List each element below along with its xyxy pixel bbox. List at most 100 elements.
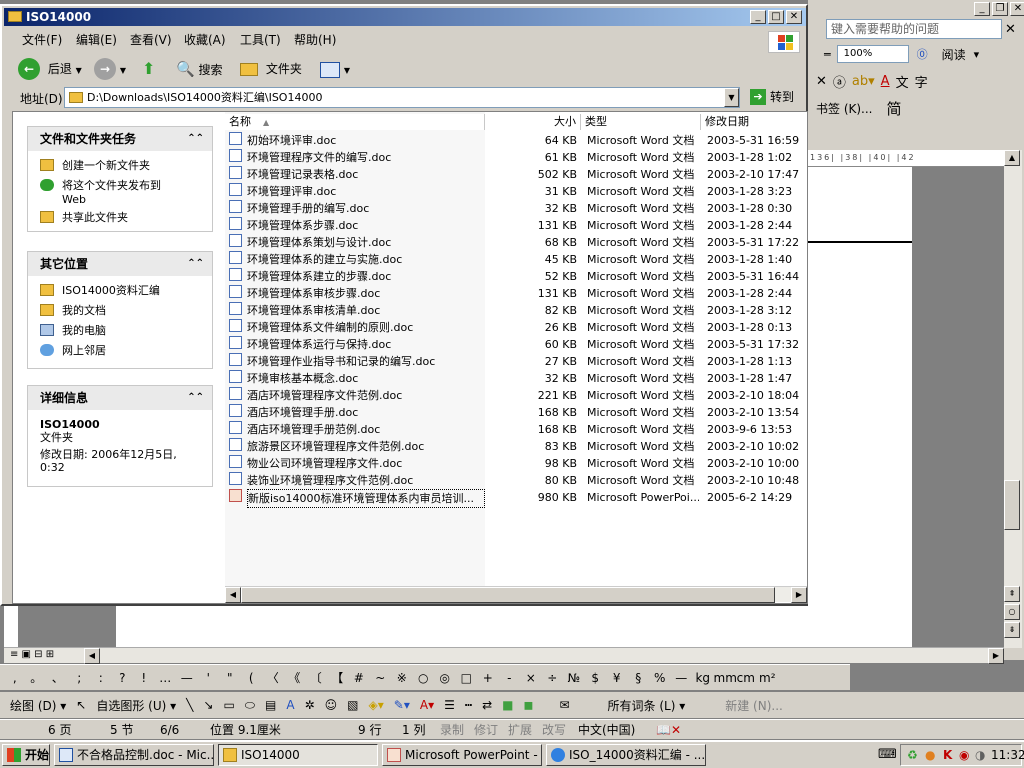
network-icon[interactable]: ♻ [907, 745, 918, 765]
symbol-button[interactable]: × [520, 671, 542, 685]
symbol-button[interactable]: — [671, 671, 693, 685]
window-title[interactable]: ISO14000 _ □ ✕ [4, 8, 806, 26]
folders-button[interactable]: 文件夹 [240, 57, 310, 81]
back-button[interactable]: ← 后退 ▼ [18, 57, 92, 81]
diagram-icon[interactable]: ✲ [305, 698, 315, 712]
symbol-button[interactable]: § [628, 671, 650, 685]
status-record[interactable]: 录制 [440, 721, 464, 739]
file-row[interactable]: 环境管理体系策划与设计.doc 68 KB Microsoft Word 文档 200… [225, 234, 807, 251]
file-row[interactable]: 环境审核基本概念.doc 32 KB Microsoft Word 文档 2003-1… [225, 370, 807, 387]
file-row[interactable]: 旅游景区环境管理程序文件范例.doc 83 KB Microsoft Word 文档… [225, 438, 807, 455]
menu-tools[interactable]: 工具(T) [240, 29, 281, 51]
menu-help[interactable]: 帮助(H) [294, 29, 336, 51]
close-icon[interactable]: ✕ [1010, 2, 1024, 16]
symbol-button[interactable]: ? [112, 671, 134, 685]
collapse-icon[interactable]: ⌃⌃ [187, 386, 204, 410]
maximize-icon[interactable]: □ [768, 10, 784, 24]
symbol-button[interactable]: … [155, 671, 177, 685]
file-row[interactable]: 环境管理体系审核清单.doc 82 KB Microsoft Word 文档 2003… [225, 302, 807, 319]
search-button[interactable]: 🔍 搜索 [176, 57, 234, 81]
next-page-icon[interactable]: ⇟ [1004, 622, 1020, 638]
status-extend[interactable]: 扩展 [508, 721, 532, 739]
symbol-button[interactable]: 《 [284, 669, 306, 686]
symbol-button[interactable]: $ [585, 671, 607, 685]
collapse-icon[interactable]: ⌃⌃ [187, 252, 204, 276]
keyboard-icon[interactable]: ⌨ [878, 747, 897, 762]
symbol-button[interactable]: ~ [370, 671, 392, 685]
close-icon[interactable]: ✕ [1005, 22, 1016, 37]
menu-favorites[interactable]: 收藏(A) [184, 29, 226, 51]
symbol-button[interactable]: cm [735, 671, 757, 685]
file-row[interactable]: 环境管理记录表格.doc 502 KB Microsoft Word 文档 2003-… [225, 166, 807, 183]
place-my-documents[interactable]: 我的文档 [28, 302, 212, 322]
file-row[interactable]: 环境管理作业指导书和记录的编写.doc 27 KB Microsoft Word 文… [225, 353, 807, 370]
task-powerpoint[interactable]: Microsoft PowerPoint - [... [382, 744, 542, 766]
start-button[interactable]: 开始 [2, 744, 50, 766]
symbol-button[interactable]: + [477, 671, 499, 685]
select-browse-icon[interactable]: ○ [1004, 604, 1020, 620]
file-row[interactable]: 环境管理评审.doc 31 KB Microsoft Word 文档 2003-1-2… [225, 183, 807, 200]
enclose-char-icon[interactable]: 字 [915, 72, 928, 91]
other-places-header[interactable]: 其它位置 ⌃⌃ [28, 252, 212, 276]
views-button[interactable]: ▼ [320, 57, 354, 81]
entries-icon[interactable]: ✉ [559, 698, 569, 712]
symbol-button[interactable]: kg [692, 671, 714, 685]
symbol-button[interactable]: , [4, 671, 26, 685]
autoshapes-menu[interactable]: 自选图形 (U) ▾ [96, 697, 176, 714]
vertical-scrollbar[interactable]: ▲ ⇞ ○ ⇟ [1004, 150, 1022, 648]
scroll-left-icon[interactable]: ◀ [84, 648, 100, 664]
symbol-button[interactable]: % [649, 671, 671, 685]
column-size[interactable]: 大小 [485, 114, 581, 130]
column-date[interactable]: 修改日期 [701, 114, 807, 130]
arrow-style-icon[interactable]: ⇄ [482, 698, 492, 712]
status-overtype[interactable]: 改写 [542, 721, 566, 739]
place-my-computer[interactable]: 我的电脑 [28, 322, 212, 342]
menu-file[interactable]: 文件(F) [22, 29, 62, 51]
symbol-button[interactable]: ○ [413, 671, 435, 685]
3d-icon[interactable]: ◼ [524, 698, 534, 712]
column-name[interactable]: 名称 ▲ [225, 114, 485, 130]
restore-icon[interactable]: ❐ [992, 2, 1008, 16]
shadow-icon[interactable]: ■ [502, 698, 513, 712]
symbol-button[interactable]: 〔 [305, 669, 327, 686]
font-color-icon[interactable]: A▾ [420, 698, 434, 712]
horizontal-scrollbar[interactable]: ◀ ▶ ≡ ▣ ⊟ ⊞ [4, 647, 1004, 664]
line-color-icon[interactable]: ✎▾ [394, 698, 410, 712]
file-row[interactable]: 酒店环境管理手册范例.doc 168 KB Microsoft Word 文档 200… [225, 421, 807, 438]
dash-style-icon[interactable]: ┅ [465, 698, 472, 712]
symbol-button[interactable]: ◎ [434, 671, 456, 685]
go-button[interactable]: ➔ 转到 [746, 87, 804, 108]
new-entry-button[interactable]: 新建 (N)... [725, 697, 783, 714]
file-list-scrollbar[interactable]: ◀ ▶ [225, 586, 807, 603]
address-input[interactable]: D:\Downloads\ISO14000资料汇编\ISO14000 [64, 87, 740, 108]
clock[interactable]: 11:32 [991, 745, 1024, 765]
previous-page-icon[interactable]: ⇞ [1004, 586, 1020, 602]
spelling-icon[interactable]: 📖✕ [656, 721, 681, 739]
rectangle-icon[interactable]: ▭ [223, 698, 234, 712]
chevron-down-icon[interactable]: ▾ [974, 48, 980, 61]
symbol-button[interactable]: 、 [47, 669, 69, 686]
file-row[interactable]: 物业公司环境管理程序文件.doc 98 KB Microsoft Word 文档 20… [225, 455, 807, 472]
file-row[interactable]: 环境管理手册的编写.doc 32 KB Microsoft Word 文档 2003-… [225, 200, 807, 217]
font-color-icon[interactable]: A [881, 74, 890, 89]
symbol-button[interactable]: ÷ [542, 671, 564, 685]
simplified-button[interactable]: 简 [887, 98, 902, 119]
menu-view[interactable]: 查看(V) [130, 29, 172, 51]
collapse-icon[interactable]: ⌃⌃ [187, 127, 204, 151]
document-page-left[interactable] [116, 600, 912, 647]
file-tasks-header[interactable]: 文件和文件夹任务 ⌃⌃ [28, 127, 212, 151]
file-row[interactable]: 环境管理体系运行与保持.doc 60 KB Microsoft Word 文档 200… [225, 336, 807, 353]
symbol-button[interactable]: № [563, 671, 585, 685]
file-row[interactable]: 环境管理体系步骤.doc 131 KB Microsoft Word 文档 2003-… [225, 217, 807, 234]
document-page[interactable] [808, 167, 912, 647]
oval-icon[interactable]: ⬭ [245, 698, 255, 713]
zoom-select[interactable]: 100% [836, 45, 909, 63]
security-icon[interactable]: ◉ [959, 745, 969, 765]
symbol-button[interactable]: 〈 [262, 669, 284, 686]
picture-icon[interactable]: ▧ [347, 698, 358, 712]
menu-edit[interactable]: 编辑(E) [76, 29, 117, 51]
file-row[interactable]: 环境管理体系建立的步骤.doc 52 KB Microsoft Word 文档 200… [225, 268, 807, 285]
char-border-icon[interactable]: 文 [896, 72, 909, 91]
details-header[interactable]: 详细信息 ⌃⌃ [28, 386, 212, 410]
fill-color-icon[interactable]: ◈▾ [369, 698, 384, 712]
